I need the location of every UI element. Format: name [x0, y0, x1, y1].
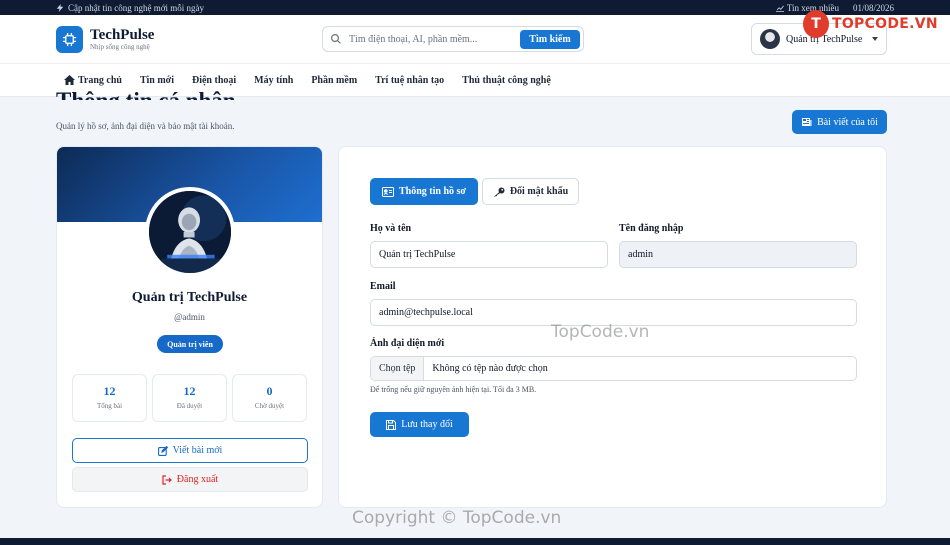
username-field: admin — [619, 241, 857, 268]
upload-hint: Để trống nếu giữ nguyên ảnh hiện tại. Tố… — [370, 385, 537, 394]
my-posts-button[interactable]: Bài viết của tôi — [792, 110, 887, 134]
my-posts-label: Bài viết của tôi — [817, 116, 878, 128]
nav-item-tips[interactable]: Thủ thuật công nghệ — [462, 75, 551, 86]
profile-card: Quản trị TechPulse @admin Quản trị viên … — [56, 146, 323, 508]
logout-label: Đăng xuất — [176, 474, 219, 485]
username-label: Tên đăng nhập — [619, 223, 684, 234]
fullname-label: Họ và tên — [370, 223, 412, 234]
stat-pending: 0 Chờ duyệt — [232, 374, 307, 422]
avatar-upload-label: Ảnh đại diện mới — [370, 338, 445, 349]
tab-profile-info[interactable]: Thông tin hồ sơ — [370, 178, 478, 205]
bolt-icon — [56, 3, 64, 12]
nav-item-ai[interactable]: Trí tuệ nhân tạo — [375, 75, 444, 86]
profile-name: Quản trị TechPulse — [131, 290, 248, 305]
stat-value: 0 — [266, 384, 273, 398]
stat-approved: 12 Đã duyệt — [152, 374, 227, 422]
tab-profile-label: Thông tin hồ sơ — [399, 186, 466, 197]
chart-line-icon — [775, 5, 784, 12]
brand-name: TechPulse — [90, 27, 155, 43]
avatar — [760, 29, 780, 49]
nav-item-software[interactable]: Phần mềm — [311, 75, 357, 86]
topbar-left: Cập nhật tin công nghệ mới mỗi ngày — [56, 3, 204, 13]
stat-total: 12 Tổng bài — [72, 374, 147, 422]
choose-file-button[interactable]: Chọn tệp — [371, 357, 425, 380]
save-button[interactable]: Lưu thay đổi — [370, 412, 469, 437]
search-input[interactable] — [349, 33, 509, 45]
fullname-field[interactable]: Quản trị TechPulse — [370, 241, 608, 268]
search-bar: Tìm kiếm — [322, 26, 584, 52]
page-subtitle: Quản lý hồ sơ, ảnh đại diện và bảo mật t… — [56, 121, 235, 131]
floppy-disk-icon — [386, 419, 397, 430]
logout-icon — [162, 474, 172, 485]
watermark-logo: T TOPCODE.VN — [803, 10, 938, 38]
brand-tagline: Nhịp sống công nghệ — [90, 43, 150, 51]
search-icon — [331, 34, 341, 44]
robot-avatar-icon — [149, 191, 231, 273]
email-label: Email — [370, 281, 396, 292]
watermark-logo-text: TOPCODE.VN — [832, 16, 938, 32]
save-label: Lưu thay đổi — [401, 419, 453, 430]
write-post-button[interactable]: Viết bài mới — [72, 438, 308, 463]
brand[interactable]: TechPulse Nhịp sống công nghệ — [56, 25, 155, 53]
watermark-badge: T — [803, 10, 829, 38]
topbar-tagline: Cập nhật tin công nghệ mới mỗi ngày — [68, 2, 204, 13]
chip-icon — [62, 32, 77, 46]
nav-item-computers[interactable]: Máy tính — [254, 75, 293, 86]
stat-label: Đã duyệt — [176, 402, 203, 410]
newspaper-icon — [802, 118, 812, 126]
file-status: Không có tệp nào được chọn — [432, 363, 548, 374]
edit-icon — [157, 445, 168, 456]
search-button[interactable]: Tìm kiếm — [520, 30, 580, 49]
id-card-icon — [382, 186, 395, 197]
tab-change-password[interactable]: Đổi mật khẩu — [482, 178, 579, 205]
profile-avatar — [145, 187, 235, 277]
stat-label: Chờ duyệt — [254, 402, 285, 410]
role-badge: Quản trị viên — [157, 335, 223, 353]
logout-button[interactable]: Đăng xuất — [72, 467, 308, 492]
stat-value: 12 — [103, 384, 116, 398]
brand-logo — [56, 25, 83, 53]
avatar-file-input[interactable]: Chọn tệp Không có tệp nào được chọn — [370, 356, 857, 381]
watermark-center: TopCode.vn — [551, 322, 650, 342]
key-icon — [493, 187, 505, 197]
footer-strip — [0, 538, 950, 545]
stat-label: Tổng bài — [96, 402, 123, 410]
profile-username: @admin — [174, 312, 205, 322]
page-title: Thông tin cá nhân — [56, 83, 236, 100]
watermark-copyright: Copyright © TopCode.vn — [352, 508, 562, 528]
write-post-label: Viết bài mới — [172, 445, 223, 456]
tab-password-label: Đổi mật khẩu — [509, 186, 569, 197]
stat-value: 12 — [183, 384, 196, 398]
